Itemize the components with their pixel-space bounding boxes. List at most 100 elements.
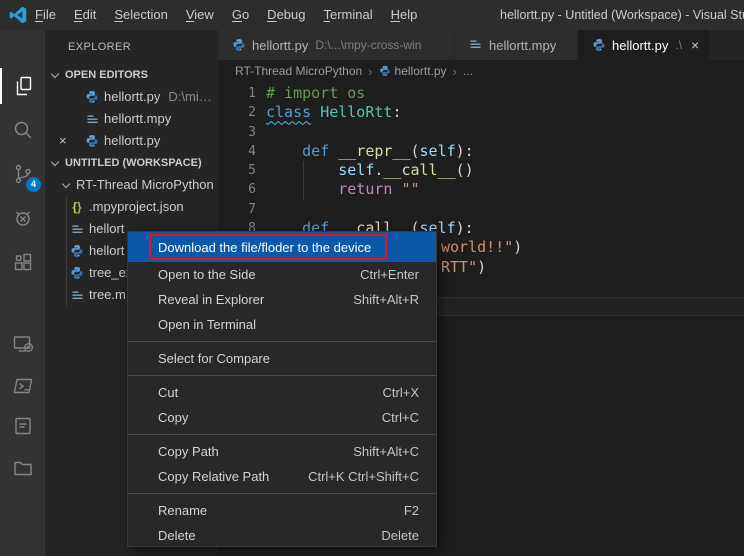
folder-icon[interactable]	[0, 450, 45, 486]
open-editors-header[interactable]: OPEN EDITORS	[45, 64, 218, 86]
mpy-icon	[70, 222, 84, 236]
code-line-9-fragment[interactable]: world!!")	[441, 238, 522, 257]
extensions-icon[interactable]	[0, 244, 45, 280]
tree-file-mpyproject-json[interactable]: {} .mpyproject.json	[45, 196, 218, 218]
menu-item-shortcut: Delete	[381, 528, 419, 543]
context-menu-item-rename[interactable]: Rename F2	[128, 498, 436, 523]
code-line-7[interactable]: 7	[218, 200, 744, 219]
code-line-1[interactable]: 1# import os	[218, 84, 744, 103]
chevron-down-icon	[62, 179, 70, 187]
line-number: 4	[218, 142, 256, 161]
menu-selection[interactable]: Selection	[105, 0, 176, 30]
mpy-icon	[70, 288, 84, 302]
context-menu-item-download-the-file-floder-to-the-device[interactable]: Download the file/floder to the device	[128, 232, 436, 262]
context-menu-item-cut[interactable]: Cut Ctrl+X	[128, 380, 436, 405]
menu-item-label: Copy	[158, 410, 364, 425]
menu-file[interactable]: File	[26, 0, 65, 30]
context-menu-item-select-for-compare[interactable]: Select for Compare	[128, 346, 436, 371]
activity-bar: 4	[0, 30, 45, 556]
code-text: class HelloRtt:	[256, 103, 401, 122]
menu-go[interactable]: Go	[223, 0, 258, 30]
tab-hellortt-mpy-1[interactable]: hellortt.mpy	[455, 30, 578, 60]
line-number: 2	[218, 103, 256, 122]
context-menu-item-delete[interactable]: DeleteDelete	[128, 523, 436, 548]
item-label: hellortt.py	[104, 130, 160, 152]
tab-hellortt-py-2[interactable]: hellortt.py .\ ×	[578, 30, 710, 60]
workspace-header[interactable]: UNTITLED (WORKSPACE)	[45, 152, 218, 174]
menu-help[interactable]: Help	[382, 0, 427, 30]
menu-separator	[128, 337, 436, 346]
tab-hellortt-py-0[interactable]: hellortt.pyD:\...\mpy-cross-win	[218, 30, 455, 60]
search-icon[interactable]	[0, 112, 45, 148]
item-label: hellort	[89, 218, 124, 240]
mpy-icon	[469, 38, 483, 52]
item-label: .mpyproject.json	[89, 196, 184, 218]
tab-path: .\	[675, 38, 682, 52]
line-number: 7	[218, 200, 256, 219]
sidebar-title: EXPLORER	[45, 30, 218, 64]
open-editor-hellortt-py[interactable]: × hellortt.py	[45, 130, 218, 152]
terminal-icon[interactable]	[0, 368, 45, 404]
context-menu-item-reveal-in-explorer[interactable]: Reveal in ExplorerShift+Alt+R	[128, 287, 436, 312]
context-menu-item-copy-path[interactable]: Copy Path Shift+Alt+C	[128, 439, 436, 464]
breadcrumb-[interactable]: ...	[463, 64, 473, 78]
menu-item-label: Cut	[158, 385, 365, 400]
menu-terminal[interactable]: Terminal	[314, 0, 381, 30]
menu-item-shortcut: F2	[404, 503, 419, 518]
debug-icon[interactable]	[0, 200, 45, 236]
open-editor-hellortt-mpy[interactable]: hellortt.mpy	[45, 108, 218, 130]
remote-device-icon[interactable]	[0, 326, 45, 362]
breadcrumb-rt-thread-micropython[interactable]: RT-Thread MicroPython	[235, 64, 362, 78]
item-label: hellortt.py	[104, 86, 160, 108]
code-line-2[interactable]: 2class HelloRtt:	[218, 103, 744, 122]
open-editors-list: hellortt.pyD:\micr...hellortt.mpy× hellor…	[45, 86, 218, 152]
menu-item-label: Copy Path	[158, 444, 335, 459]
menu-edit[interactable]: Edit	[65, 0, 105, 30]
menu-view[interactable]: View	[177, 0, 223, 30]
tree-indent-guide	[66, 196, 67, 306]
menu-separator	[128, 430, 436, 439]
item-label: tree_ex	[89, 262, 132, 284]
code-line-3[interactable]: 3	[218, 123, 744, 142]
tree-folder-rt-thread-micropython[interactable]: RT-Thread MicroPython	[45, 174, 218, 196]
open-editor-hellortt-py[interactable]: hellortt.pyD:\micr...	[45, 86, 218, 108]
tab-label: hellortt.mpy	[489, 38, 556, 53]
menu-debug[interactable]: Debug	[258, 0, 314, 30]
context-menu-item-copy[interactable]: CopyCtrl+C	[128, 405, 436, 430]
tab-label: hellortt.py	[252, 38, 308, 53]
line-number: 5	[218, 161, 256, 180]
context-menu-item-open-to-the-side[interactable]: Open to the SideCtrl+Enter	[128, 262, 436, 287]
window-title: hellortt.py - Untitled (Workspace) - Vis…	[500, 0, 744, 30]
menu-separator	[128, 371, 436, 380]
code-line-6[interactable]: 6 return ""	[218, 180, 744, 199]
editor-tab-bar: hellortt.pyD:\...\mpy-cross-winhellortt.…	[218, 30, 744, 60]
menu-item-shortcut: Ctrl+X	[383, 385, 419, 400]
breadcrumb-separator: ›	[368, 64, 372, 79]
output-icon[interactable]	[0, 408, 45, 444]
json-icon: {}	[70, 200, 84, 214]
menu-item-label: Open in Terminal	[158, 317, 419, 332]
python-icon	[85, 134, 99, 148]
tab-label: hellortt.py	[612, 38, 668, 53]
code-line-10-fragment[interactable]: RTT")	[441, 258, 486, 277]
item-label: tree.m	[89, 284, 126, 306]
close-icon[interactable]: ×	[59, 130, 75, 152]
menu-item-label: Download the file/floder to the device	[158, 240, 419, 255]
code-text: # import os	[256, 84, 365, 103]
code-text: def __repr__(self):	[256, 142, 474, 161]
title-bar: FileEditSelectionViewGoDebugTerminalHelp…	[0, 0, 744, 30]
explorer-icon[interactable]	[0, 68, 45, 104]
source-control-badge: 4	[26, 177, 41, 192]
context-menu-item-open-in-terminal[interactable]: Open in Terminal	[128, 312, 436, 337]
item-label: hellort	[89, 240, 124, 262]
source-control-icon[interactable]: 4	[0, 156, 45, 192]
context-menu-item-copy-relative-path[interactable]: Copy Relative PathCtrl+K Ctrl+Shift+C	[128, 464, 436, 489]
menu-item-label: Rename	[158, 503, 386, 518]
code-line-4[interactable]: 4 def __repr__(self):	[218, 142, 744, 161]
menu-item-shortcut: Shift+Alt+C	[353, 444, 419, 459]
menu-item-label: Open to the Side	[158, 267, 342, 282]
vscode-window: FileEditSelectionViewGoDebugTerminalHelp…	[0, 0, 744, 556]
close-icon[interactable]: ×	[691, 37, 699, 53]
code-line-5[interactable]: 5 self.__call__()	[218, 161, 744, 180]
breadcrumb-hellortt-py[interactable]: hellortt.py	[379, 64, 447, 78]
